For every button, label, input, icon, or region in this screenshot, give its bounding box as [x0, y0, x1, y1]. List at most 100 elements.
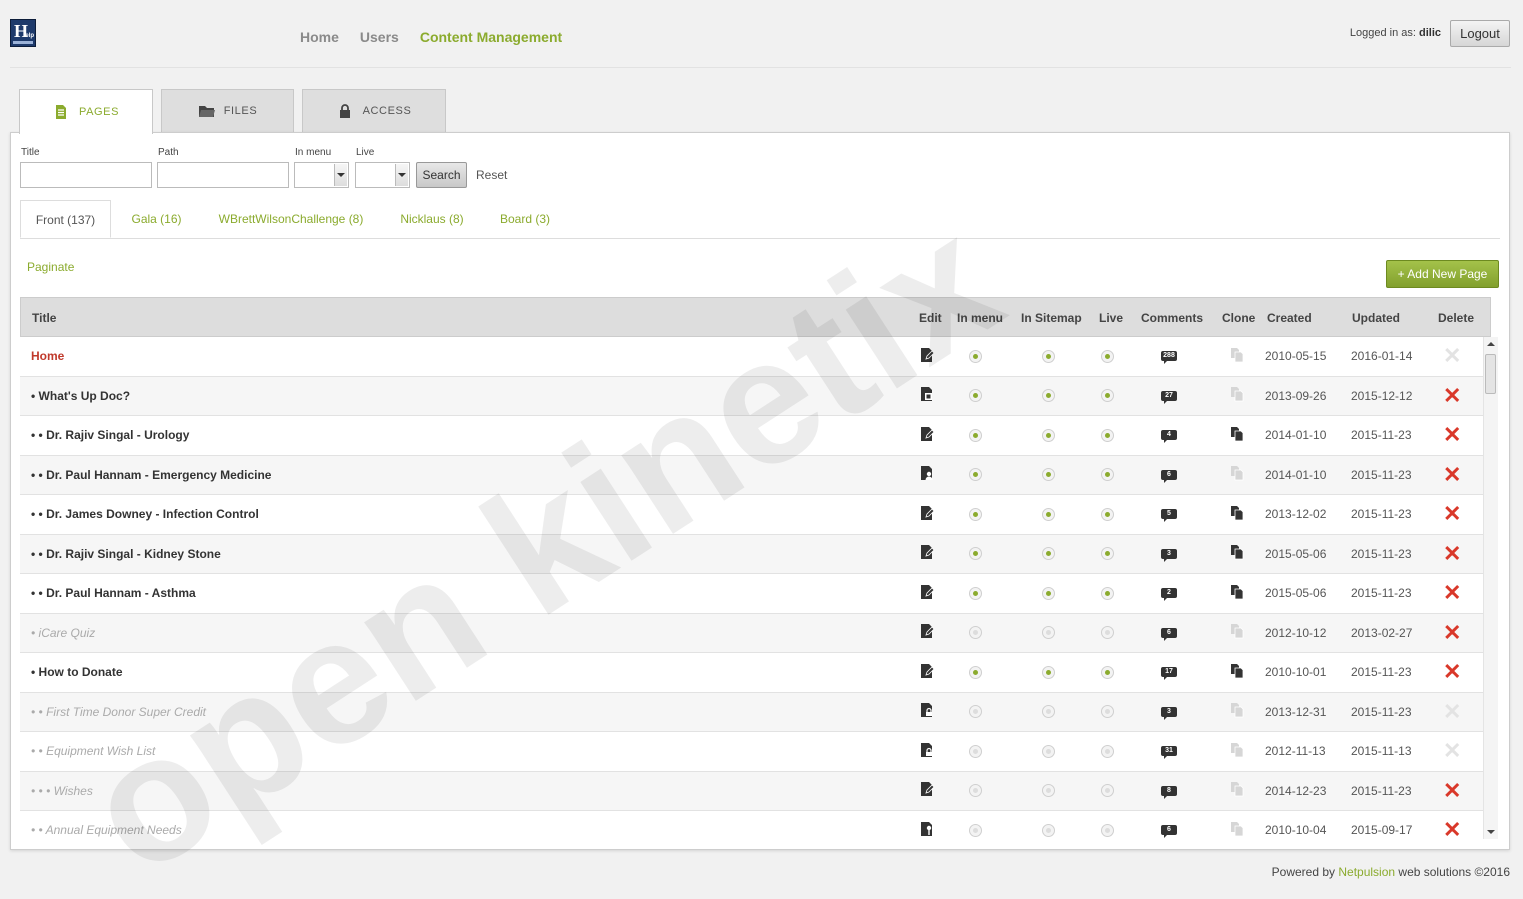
subtab-front[interactable]: Front (137)	[20, 200, 111, 238]
clone-icon[interactable]	[1229, 584, 1245, 603]
live-indicator[interactable]	[1101, 626, 1114, 640]
delete-icon[interactable]: ✕	[1443, 621, 1461, 644]
delete-icon[interactable]: ✕	[1443, 424, 1461, 446]
delete-icon[interactable]: ✕	[1443, 740, 1461, 762]
col-updated[interactable]: Updated	[1352, 311, 1400, 325]
clone-icon[interactable]	[1229, 544, 1245, 563]
edit-page-icon[interactable]	[919, 623, 935, 642]
live-indicator[interactable]	[1101, 705, 1114, 719]
live-indicator[interactable]	[1101, 507, 1114, 521]
edit-page-icon[interactable]	[919, 505, 935, 524]
filter-path-input[interactable]	[157, 162, 289, 188]
in-menu-indicator[interactable]	[969, 705, 982, 719]
col-in-menu[interactable]: In menu	[957, 311, 1003, 325]
in-menu-indicator[interactable]	[969, 744, 982, 758]
live-indicator[interactable]	[1101, 389, 1114, 403]
in-menu-indicator[interactable]	[969, 665, 982, 679]
add-new-page-button[interactable]: + Add New Page	[1386, 260, 1499, 288]
in-sitemap-indicator[interactable]	[1042, 547, 1055, 561]
filter-title-input[interactable]	[20, 162, 152, 188]
in-sitemap-indicator[interactable]	[1042, 744, 1055, 758]
edit-page-icon[interactable]	[919, 781, 935, 800]
tab-access[interactable]: ACCESS	[302, 89, 446, 132]
live-indicator[interactable]	[1101, 823, 1114, 837]
page-title-link[interactable]: • • Equipment Wish List	[31, 732, 155, 771]
col-title[interactable]: Title	[32, 311, 56, 325]
live-indicator[interactable]	[1101, 547, 1114, 561]
page-title-link[interactable]: • • Dr. Paul Hannam - Emergency Medicine	[31, 456, 271, 495]
reset-link[interactable]: Reset	[476, 168, 507, 182]
filter-live-select[interactable]	[355, 162, 410, 188]
in-sitemap-indicator[interactable]	[1042, 468, 1055, 482]
footer-brand-link[interactable]: Netpulsion	[1338, 865, 1395, 879]
page-title-link[interactable]: • • Dr. James Downey - Infection Control	[31, 495, 259, 534]
page-title-link[interactable]: • • Dr. Rajiv Singal - Urology	[31, 416, 189, 455]
edit-page-icon[interactable]	[919, 742, 935, 761]
clone-icon[interactable]	[1229, 465, 1245, 484]
in-menu-indicator[interactable]	[969, 626, 982, 640]
edit-page-icon[interactable]	[919, 465, 935, 484]
edit-page-icon[interactable]	[919, 584, 935, 603]
clone-icon[interactable]	[1229, 505, 1245, 524]
in-sitemap-indicator[interactable]	[1042, 428, 1055, 442]
col-in-sitemap[interactable]: In Sitemap	[1021, 311, 1082, 325]
clone-icon[interactable]	[1229, 663, 1245, 682]
clone-icon[interactable]	[1229, 702, 1245, 721]
delete-icon[interactable]: ✕	[1443, 582, 1461, 604]
live-indicator[interactable]	[1101, 586, 1114, 600]
clone-icon[interactable]	[1229, 623, 1245, 642]
in-sitemap-indicator[interactable]	[1042, 705, 1055, 719]
delete-icon[interactable]: ✕	[1443, 661, 1461, 683]
filter-in-menu-select[interactable]	[294, 162, 349, 188]
delete-icon[interactable]: ✕	[1443, 819, 1461, 841]
in-menu-indicator[interactable]	[969, 823, 982, 837]
clone-icon[interactable]	[1229, 781, 1245, 800]
comments-count-badge[interactable]: 6	[1161, 627, 1177, 641]
clone-icon[interactable]	[1229, 347, 1245, 366]
paginate-link[interactable]: Paginate	[27, 260, 74, 274]
in-sitemap-indicator[interactable]	[1042, 784, 1055, 798]
live-indicator[interactable]	[1101, 784, 1114, 798]
tab-pages[interactable]: PAGES	[19, 89, 153, 134]
scroll-up-icon[interactable]	[1487, 342, 1495, 346]
comments-count-badge[interactable]: 3	[1161, 706, 1177, 720]
in-menu-indicator[interactable]	[969, 507, 982, 521]
live-indicator[interactable]	[1101, 744, 1114, 758]
col-created[interactable]: Created	[1267, 311, 1312, 325]
tab-files[interactable]: FILES	[161, 89, 294, 132]
delete-icon[interactable]: ✕	[1443, 779, 1461, 802]
edit-page-icon[interactable]	[919, 347, 935, 366]
subtab-wbrettwilsonchallenge[interactable]: WBrettWilsonChallenge (8)	[216, 200, 366, 238]
in-sitemap-indicator[interactable]	[1042, 665, 1055, 679]
page-title-link[interactable]: • • First Time Donor Super Credit	[31, 693, 206, 732]
page-title-link[interactable]: Home	[31, 337, 64, 376]
page-title-link[interactable]: • What's Up Doc?	[31, 377, 130, 416]
logout-button[interactable]: Logout	[1450, 20, 1510, 47]
in-sitemap-indicator[interactable]	[1042, 586, 1055, 600]
nav-home[interactable]: Home	[300, 29, 339, 45]
in-menu-indicator[interactable]	[969, 389, 982, 403]
page-title-link[interactable]: • • Annual Equipment Needs	[31, 811, 182, 849]
in-sitemap-indicator[interactable]	[1042, 507, 1055, 521]
in-menu-indicator[interactable]	[969, 428, 982, 442]
page-title-link[interactable]: • • • Wishes	[31, 772, 93, 811]
edit-page-icon[interactable]	[919, 426, 935, 445]
delete-icon[interactable]: ✕	[1443, 345, 1461, 367]
live-indicator[interactable]	[1101, 428, 1114, 442]
clone-icon[interactable]	[1229, 742, 1245, 761]
subtab-nicklaus[interactable]: Nicklaus (8)	[398, 200, 466, 238]
in-sitemap-indicator[interactable]	[1042, 626, 1055, 640]
comments-count-badge[interactable]: 31	[1161, 746, 1177, 760]
nav-users[interactable]: Users	[360, 29, 399, 45]
page-title-link[interactable]: • iCare Quiz	[31, 614, 95, 653]
comments-count-badge[interactable]: 5	[1161, 509, 1177, 523]
col-live[interactable]: Live	[1099, 311, 1123, 325]
in-menu-indicator[interactable]	[969, 547, 982, 561]
live-indicator[interactable]	[1101, 468, 1114, 482]
comments-count-badge[interactable]: 27	[1161, 390, 1177, 404]
live-indicator[interactable]	[1101, 665, 1114, 679]
comments-count-badge[interactable]: 6	[1161, 825, 1177, 839]
delete-icon[interactable]: ✕	[1443, 463, 1461, 486]
delete-icon[interactable]: ✕	[1443, 700, 1461, 723]
clone-icon[interactable]	[1229, 426, 1245, 445]
